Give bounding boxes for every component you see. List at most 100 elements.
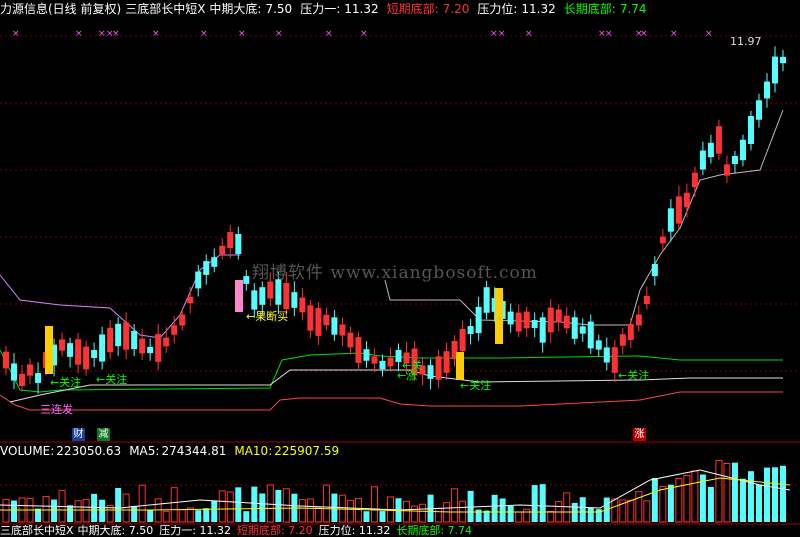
candle-body [323, 314, 330, 326]
volume-bar [170, 487, 178, 523]
volume-bar [763, 467, 770, 522]
pressure1-value: 11.32 [344, 2, 379, 16]
candle-body [267, 281, 274, 299]
annotation-guanzhu-2: ←关注 [96, 373, 128, 386]
candle-body [579, 326, 586, 334]
volume-bar [507, 505, 514, 522]
candle-body [27, 364, 34, 376]
volume-bar [715, 459, 723, 523]
candle-body [443, 351, 450, 373]
volume-bar [314, 506, 322, 523]
candle-body [515, 312, 522, 332]
signal-marker: × [705, 29, 713, 39]
candle-body [379, 360, 386, 370]
stock-title: 力源信息(日线 前复权) [0, 2, 122, 16]
volume-bar [451, 488, 459, 523]
candle-body [691, 172, 698, 188]
candle-body [763, 81, 770, 99]
volume-bar [739, 478, 746, 522]
candle-body [483, 287, 490, 313]
candle-body [747, 116, 754, 144]
volume-bar [491, 494, 498, 522]
volume-label: VOLUME: [0, 444, 55, 458]
signal-marker: × [360, 29, 368, 39]
signal-marker: × [605, 29, 613, 39]
annotation-zhang: ←涨 [397, 369, 418, 382]
volume-bar [683, 474, 691, 523]
volume-bar [771, 467, 778, 522]
candle-body [363, 349, 370, 361]
volume-bar [723, 462, 731, 523]
ma10-value: 225907.59 [274, 444, 340, 458]
candle-body [531, 320, 538, 328]
volume-bar [731, 462, 738, 522]
candle-body [67, 343, 74, 357]
candle-body [667, 208, 674, 232]
signal-marker: × [275, 29, 283, 39]
candle-body [739, 139, 746, 161]
candle-body [219, 245, 226, 255]
signal-marker: × [152, 29, 160, 39]
volume-bar [147, 509, 154, 522]
candle-body [475, 306, 482, 334]
candle-body [99, 334, 106, 362]
signal-candle [456, 352, 464, 380]
volume-bar [298, 499, 306, 523]
footer-pressure1: 压力一: 11.32 [159, 525, 231, 537]
candle-body [275, 279, 282, 305]
volume-bar [251, 486, 258, 522]
signal-marker: × [525, 29, 533, 39]
candle-body [195, 271, 202, 289]
candle-body [507, 311, 514, 325]
volume-bar [138, 484, 146, 523]
candle-body [19, 373, 26, 387]
candle-body [595, 340, 602, 350]
volume-bar [218, 490, 226, 523]
volume-bar [411, 505, 419, 523]
mid-bottom-value: 7.50 [265, 2, 293, 16]
candle-body [603, 347, 610, 363]
volume-bar [99, 499, 106, 522]
short-bottom-label: 短期底部: [386, 2, 439, 16]
footer-mid-bottom: 中期大底: 7.50 [77, 525, 154, 537]
long-bottom-value: 7.74 [619, 2, 647, 16]
price-high-label: 11.97 [730, 35, 762, 48]
volume-bar [243, 511, 250, 522]
indicator-name: 三底部长中短X [125, 2, 206, 16]
volume-bar [379, 511, 386, 522]
volume-bar [370, 486, 378, 523]
volume-bar [186, 507, 194, 523]
candle-body [467, 326, 474, 334]
signal-marker: × [490, 29, 498, 39]
candle-body [251, 290, 258, 310]
candle-body [619, 334, 626, 346]
volume-bar [547, 510, 555, 523]
candle-body [347, 332, 354, 348]
candle-body [651, 263, 658, 277]
signal-marker: × [238, 29, 246, 39]
candle-body [539, 317, 546, 343]
mid-bottom-label: 中期大底: [209, 2, 262, 16]
volume-bar [635, 491, 643, 523]
candle-body [563, 315, 570, 329]
signal-marker: × [112, 29, 120, 39]
candle-body [147, 346, 154, 354]
short-bottom-line [0, 391, 783, 411]
candle-body [331, 317, 338, 335]
candle-body [171, 325, 178, 335]
candle-body [107, 327, 114, 353]
volume-bar [306, 498, 314, 523]
signal-marker: × [498, 29, 506, 39]
volume-bar [67, 505, 74, 522]
footer-indicator: 三底部长中短X [0, 525, 74, 537]
pressure-label: 压力位: [477, 2, 518, 16]
volume-bar [74, 500, 82, 523]
ma5-value: 274344.81 [161, 444, 227, 458]
volume-bar [531, 485, 538, 522]
candle-body [675, 196, 682, 224]
candle-body [707, 142, 714, 158]
signal-marker: × [640, 29, 648, 39]
signal-marker: × [670, 29, 678, 39]
candle-body [771, 56, 778, 84]
volume-bar [643, 500, 651, 523]
